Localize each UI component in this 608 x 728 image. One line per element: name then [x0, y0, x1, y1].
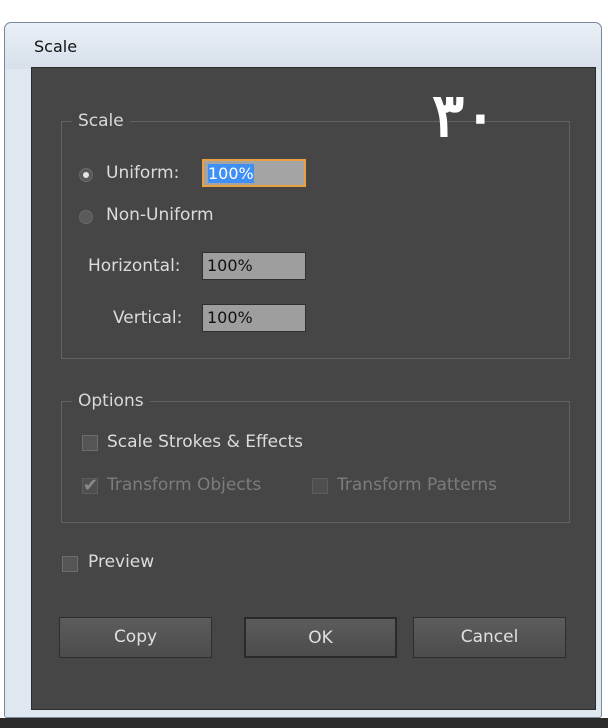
uniform-input-selected-text: 100%: [208, 164, 254, 183]
uniform-input[interactable]: 100%: [202, 159, 306, 187]
preview-label[interactable]: Preview: [88, 552, 154, 572]
cancel-button[interactable]: Cancel: [413, 617, 566, 658]
checkmark-icon: ✔: [83, 475, 99, 496]
non-uniform-label[interactable]: Non-Uniform: [106, 205, 214, 225]
vertical-input[interactable]: 100%: [202, 304, 306, 332]
title-bar[interactable]: Scale: [5, 23, 601, 69]
vertical-label: Vertical:: [113, 308, 183, 328]
copy-button[interactable]: Copy: [59, 617, 212, 658]
preview-checkbox[interactable]: [62, 556, 78, 572]
watermark-text: ۳۰: [432, 81, 497, 151]
transform-objects-checkbox[interactable]: ✔: [82, 475, 99, 496]
horizontal-label: Horizontal:: [88, 256, 181, 276]
bottom-edge: [0, 718, 608, 728]
transform-patterns-checkbox[interactable]: [312, 478, 328, 494]
background-strip: [0, 0, 608, 20]
scale-strokes-label[interactable]: Scale Strokes & Effects: [107, 432, 303, 452]
scale-strokes-checkbox[interactable]: [82, 435, 98, 451]
transform-objects-label[interactable]: Transform Objects: [107, 475, 261, 495]
non-uniform-radio[interactable]: [79, 210, 93, 224]
uniform-label[interactable]: Uniform:: [106, 163, 179, 183]
uniform-radio[interactable]: [79, 168, 93, 182]
horizontal-input[interactable]: 100%: [202, 252, 306, 280]
window-title: Scale: [34, 37, 78, 56]
scale-group: Scale Uniform: 100% Non-Uniform Horizont…: [61, 111, 570, 359]
options-group-legend: Options: [72, 391, 150, 411]
transform-patterns-label[interactable]: Transform Patterns: [337, 475, 497, 495]
ok-button[interactable]: OK: [244, 617, 397, 658]
scale-dialog-panel: Scale Uniform: 100% Non-Uniform Horizont…: [31, 67, 596, 710]
scale-group-legend: Scale: [72, 111, 130, 131]
options-group: Options Scale Strokes & Effects ✔ Transf…: [61, 391, 570, 523]
